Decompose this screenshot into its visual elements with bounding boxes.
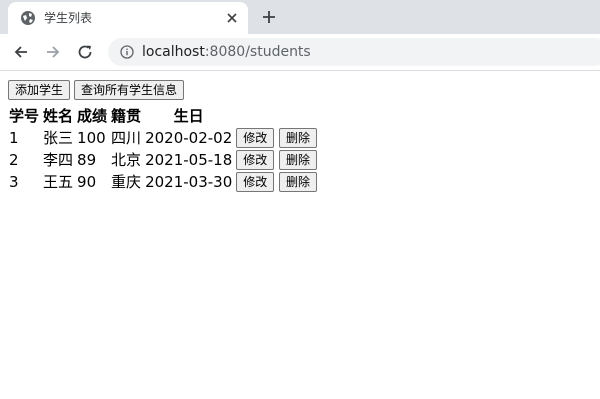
url-path: :8080/students [204, 44, 311, 60]
back-arrow-icon[interactable] [12, 43, 30, 61]
delete-button[interactable]: 删除 [279, 172, 318, 192]
table-row: 3 王五 90 重庆 2021-03-30 修改 删除 [8, 172, 318, 192]
info-icon[interactable] [120, 45, 134, 59]
reload-icon[interactable] [76, 43, 94, 61]
tab-strip: 学生列表 [0, 0, 600, 34]
delete-button[interactable]: 删除 [279, 128, 318, 148]
edit-button[interactable]: 修改 [236, 150, 275, 170]
cell-birthday: 2021-03-30 [145, 173, 233, 191]
column-header-birthday: 生日 [173, 107, 204, 125]
edit-button[interactable]: 修改 [236, 172, 275, 192]
cell-id: 2 [9, 151, 19, 169]
column-header-id: 学号 [9, 107, 40, 125]
cell-score: 90 [77, 173, 97, 191]
cell-name: 李四 [43, 151, 74, 169]
column-header-actions [235, 106, 318, 126]
cell-actions: 修改 删除 [235, 172, 318, 192]
cell-hometown: 北京 [111, 151, 142, 169]
globe-icon [21, 11, 35, 25]
cell-actions: 修改 删除 [235, 150, 318, 170]
close-icon[interactable] [224, 10, 240, 26]
column-header-hometown: 籍贯 [111, 107, 142, 125]
table-row: 2 李四 89 北京 2021-05-18 修改 删除 [8, 150, 318, 170]
page-content: 添加学生 查询所有学生信息 学号 姓名 成绩 籍贯 生日 1 张三 100 四川 … [8, 80, 592, 194]
cell-id: 1 [9, 129, 19, 147]
browser-toolbar: localhost:8080/students [0, 34, 600, 71]
cell-hometown: 四川 [111, 129, 142, 147]
browser-tab[interactable]: 学生列表 [8, 2, 248, 34]
cell-name: 张三 [43, 129, 74, 147]
address-bar[interactable]: localhost:8080/students [108, 38, 600, 66]
cell-hometown: 重庆 [111, 173, 142, 191]
cell-score: 100 [77, 129, 106, 147]
cell-name: 王五 [43, 173, 74, 191]
column-header-score: 成绩 [77, 107, 108, 125]
edit-button[interactable]: 修改 [236, 128, 275, 148]
url-host: localhost [142, 44, 205, 60]
table-row: 1 张三 100 四川 2020-02-02 修改 删除 [8, 128, 318, 148]
url-text[interactable]: localhost:8080/students [142, 44, 311, 60]
column-header-name: 姓名 [43, 107, 74, 125]
plus-icon[interactable] [260, 8, 278, 26]
students-table: 学号 姓名 成绩 籍贯 生日 1 张三 100 四川 2020-02-02 修改… [6, 104, 320, 194]
add-student-button[interactable]: 添加学生 [8, 80, 71, 100]
cell-id: 3 [9, 173, 19, 191]
top-actions: 添加学生 查询所有学生信息 [8, 80, 592, 102]
cell-birthday: 2021-05-18 [145, 151, 233, 169]
delete-button[interactable]: 删除 [279, 150, 318, 170]
cell-score: 89 [77, 151, 97, 169]
table-header-row: 学号 姓名 成绩 籍贯 生日 [8, 106, 318, 126]
cell-actions: 修改 删除 [235, 128, 318, 148]
tab-title: 学生列表 [44, 11, 93, 25]
cell-birthday: 2020-02-02 [145, 129, 233, 147]
query-all-students-button[interactable]: 查询所有学生信息 [74, 80, 185, 100]
forward-arrow-icon[interactable] [44, 43, 62, 61]
